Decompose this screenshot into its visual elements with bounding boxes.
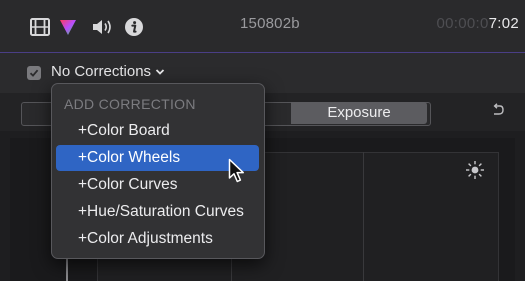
pointer-cursor-icon xyxy=(228,158,246,189)
corrections-label: No Corrections xyxy=(51,63,152,80)
reset-icon[interactable] xyxy=(491,103,505,122)
filmstrip-icon[interactable] xyxy=(30,16,50,38)
timecode-leading: 00:00:0 xyxy=(436,15,489,32)
correction-enable-checkbox[interactable] xyxy=(27,66,41,80)
chevron-down-icon xyxy=(155,63,165,80)
sun-icon xyxy=(465,160,485,185)
tab-exposure[interactable]: Exposure xyxy=(291,102,427,124)
menu-item-color-board[interactable]: +Color Board xyxy=(56,118,259,144)
clip-name: 150802b xyxy=(240,15,300,32)
info-icon[interactable] xyxy=(124,16,144,38)
board-divider xyxy=(363,152,364,281)
inspector-window: 150802b 00:00:07:02 No Corrections Expos… xyxy=(0,0,525,281)
timecode-value: 7:02 xyxy=(488,15,519,32)
menu-item-hue-saturation-curves[interactable]: +Hue/Saturation Curves xyxy=(56,199,259,225)
inspector-toolbar: 150802b 00:00:07:02 xyxy=(0,0,525,53)
speaker-icon[interactable] xyxy=(91,16,115,38)
corrections-popup-button[interactable]: No Corrections xyxy=(51,63,165,80)
menu-item-color-adjustments[interactable]: +Color Adjustments xyxy=(56,226,259,252)
color-triangle-icon[interactable] xyxy=(58,16,78,38)
menu-section-header: ADD CORRECTION xyxy=(64,96,196,112)
timecode-display: 00:00:07:02 xyxy=(436,15,519,32)
